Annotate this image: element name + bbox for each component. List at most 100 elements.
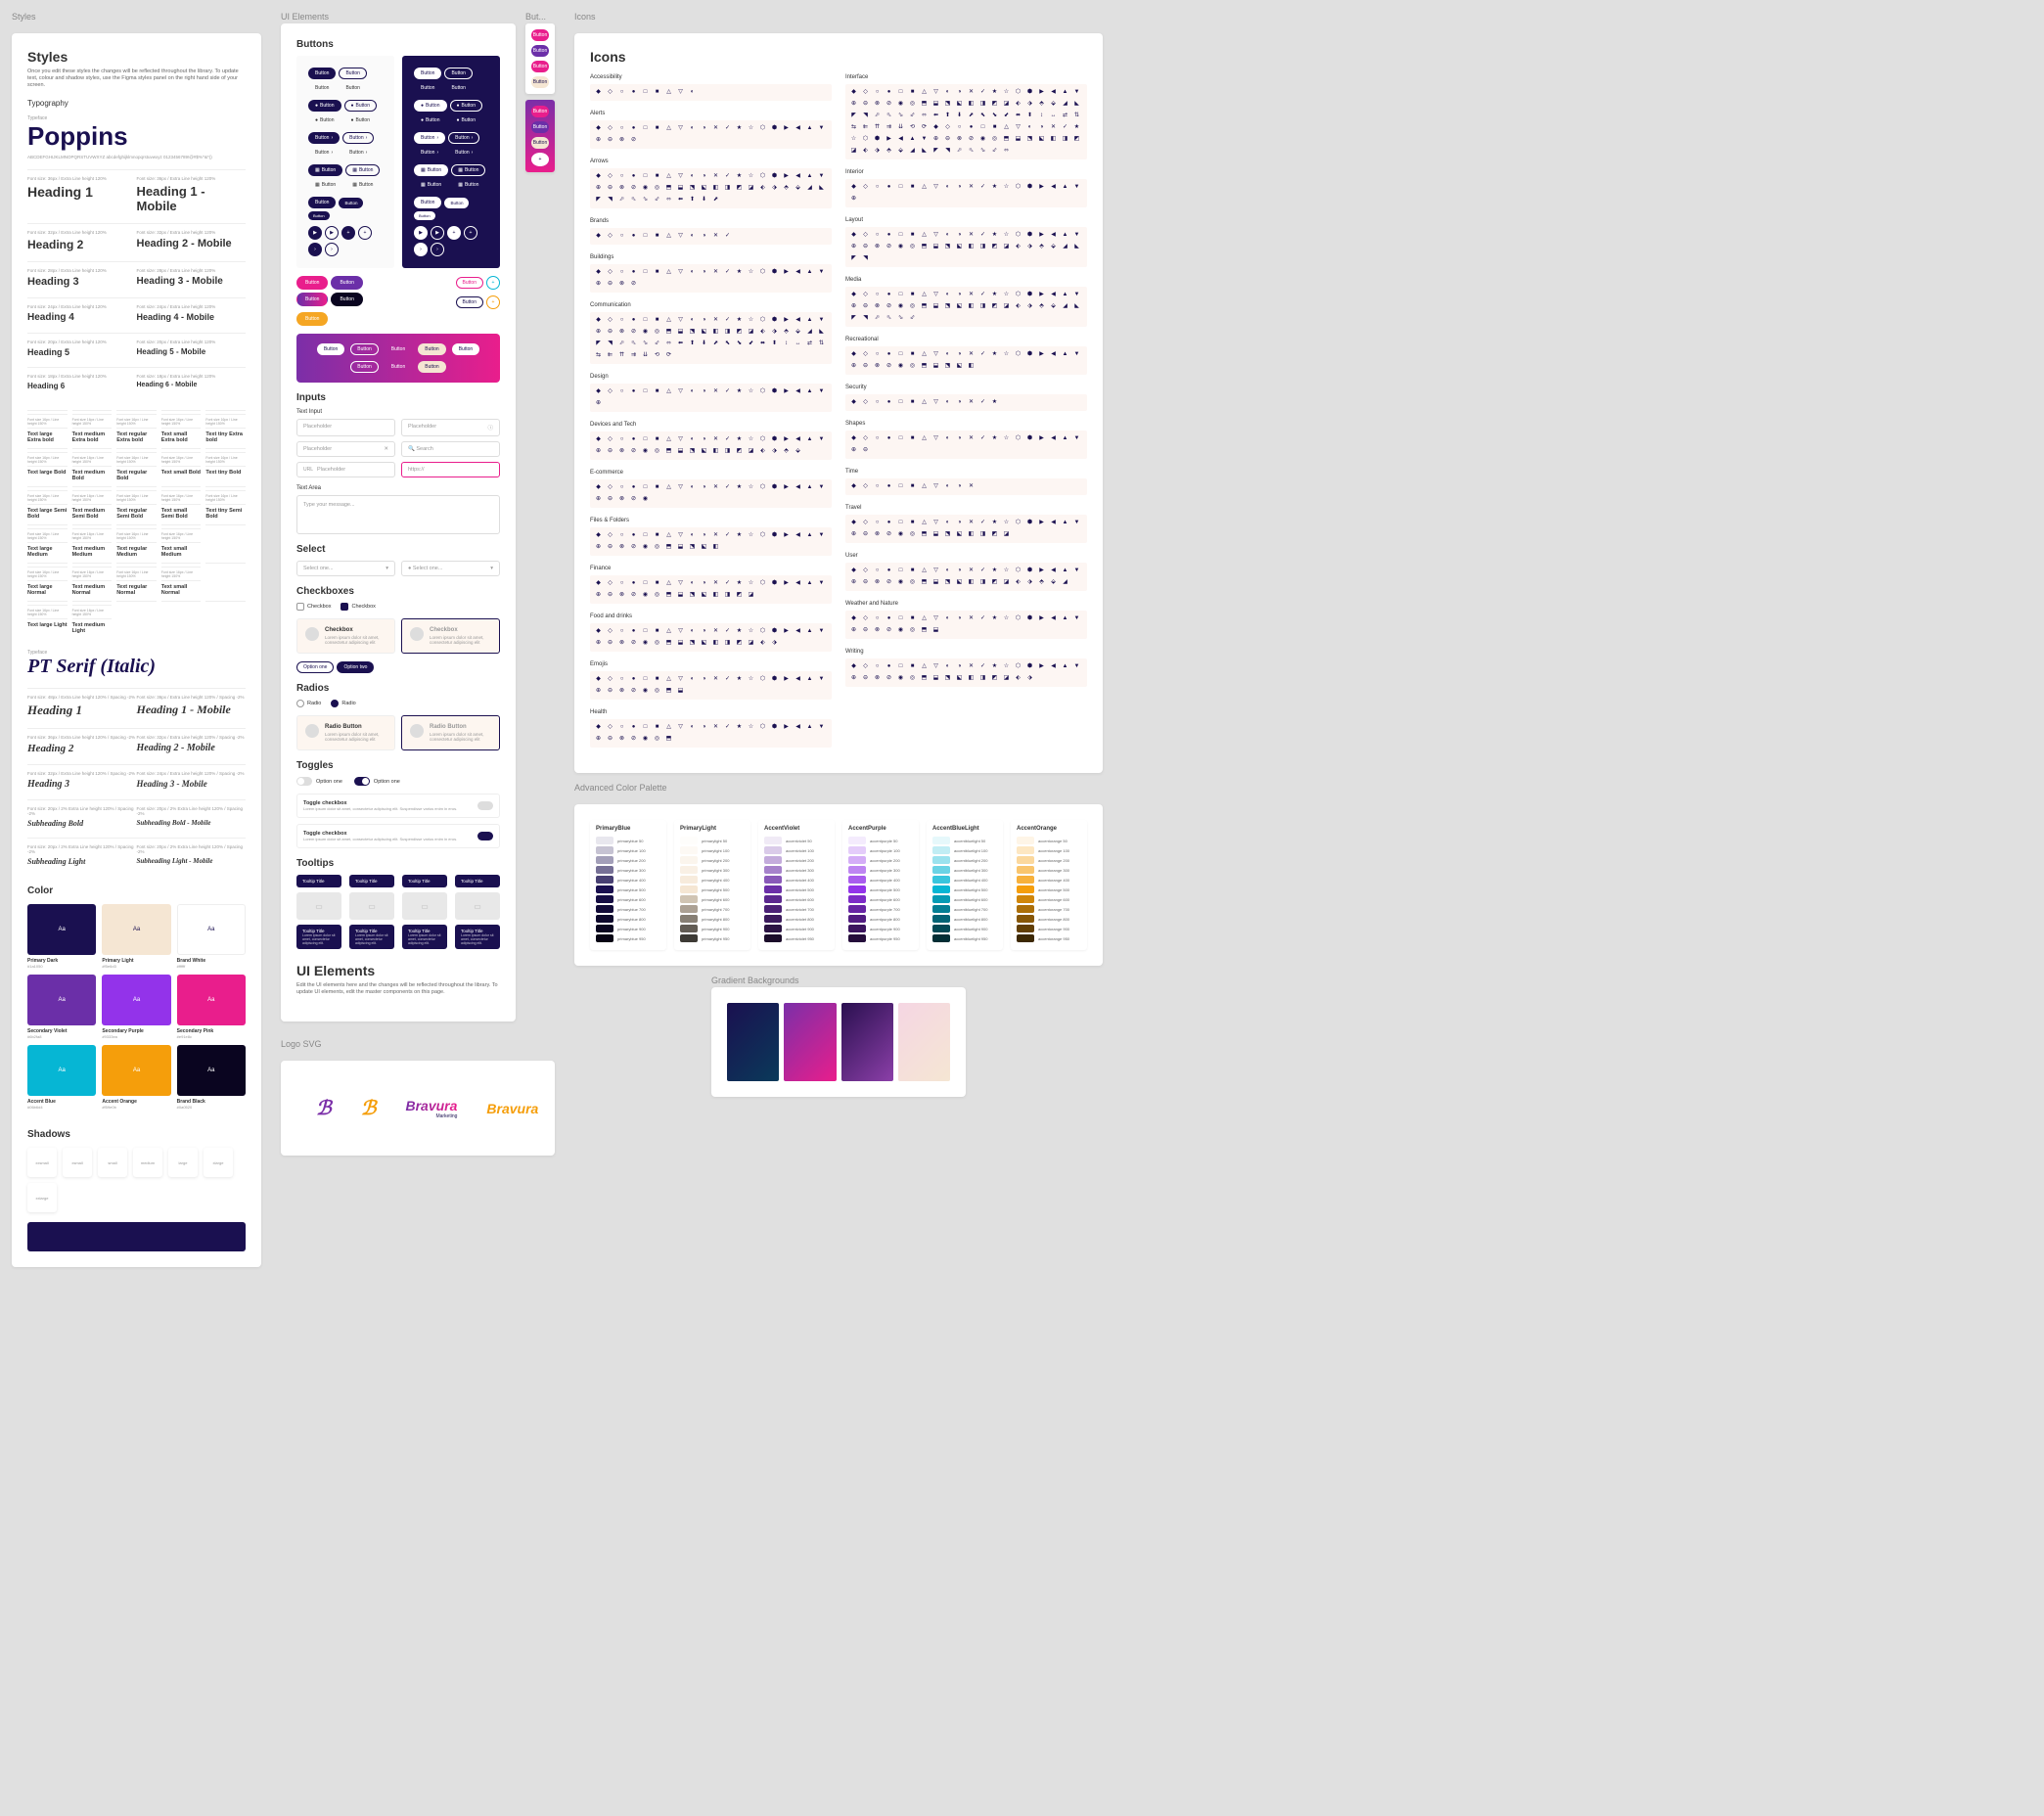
icon: ⬁ xyxy=(886,315,892,322)
icon: ⬕ xyxy=(956,579,963,586)
icon: ⬒ xyxy=(1003,136,1010,143)
palette-shade: accentorange 200 xyxy=(1017,856,1081,864)
icon: ▶ xyxy=(783,580,790,587)
icon: ◧ xyxy=(712,640,719,647)
toggle-row-on[interactable]: Toggle checkboxLorem ipsum dolor sit ame… xyxy=(296,824,500,848)
icon: ⬇ xyxy=(701,340,707,347)
radio-checked[interactable]: Radio xyxy=(331,700,355,707)
icon: ▼ xyxy=(818,269,825,276)
text-input-error[interactable]: https:// xyxy=(401,462,500,477)
icon: ◪ xyxy=(1003,579,1010,586)
icon: ◧ xyxy=(968,363,975,370)
icon: ⬡ xyxy=(1015,351,1022,358)
icon: ⬖ xyxy=(1015,244,1022,250)
icon: ◑ xyxy=(701,532,707,539)
checkbox-card[interactable]: CheckboxLorem ipsum dolor sit amet, cons… xyxy=(296,618,395,654)
icon: ◑ xyxy=(701,484,707,491)
icon: △ xyxy=(1003,124,1010,131)
icon: ▶ xyxy=(1038,89,1045,96)
toggle-on[interactable]: Option one xyxy=(354,777,400,786)
textarea[interactable]: Type your message... xyxy=(296,495,500,534)
select-label: Select xyxy=(296,544,500,555)
palette-shade: primaryblue 300 xyxy=(596,866,660,874)
icon: ◐ xyxy=(944,663,951,670)
icon: ☆ xyxy=(1003,89,1010,96)
icon: ○ xyxy=(618,724,625,731)
icon: ▶ xyxy=(783,676,790,683)
icon: ★ xyxy=(991,520,998,526)
icon: ✕ xyxy=(712,233,719,240)
icon: ✕ xyxy=(712,580,719,587)
icon: ▽ xyxy=(932,663,939,670)
checkbox-card-selected[interactable]: CheckboxLorem ipsum dolor sit amet, cons… xyxy=(401,618,500,654)
checkbox-checked[interactable]: Checkbox xyxy=(341,603,375,611)
checkbox-unchecked[interactable]: Checkbox xyxy=(296,603,331,611)
select-dropdown-icon[interactable]: ● Select one...▾ xyxy=(401,561,500,576)
select-dropdown[interactable]: Select one...▾ xyxy=(296,561,395,576)
button-outline[interactable]: Button xyxy=(339,68,366,79)
option-pill[interactable]: Option one xyxy=(296,661,334,673)
icon: ⬖ xyxy=(759,448,766,455)
icon: ▲ xyxy=(1062,89,1068,96)
tooltip-right: Tooltip Title▭Tooltip TitleLorem ipsum d… xyxy=(455,875,500,949)
radio-unchecked[interactable]: Radio xyxy=(296,700,321,707)
button-outline-icon[interactable]: ● Button xyxy=(344,100,378,112)
icon: ✓ xyxy=(724,436,731,443)
icon: ⊕ xyxy=(595,281,602,288)
icon: □ xyxy=(642,89,649,96)
icon: ◇ xyxy=(862,615,869,622)
icon: ◀ xyxy=(1050,568,1057,574)
button-link[interactable]: Button xyxy=(339,82,366,94)
option-pill-active[interactable]: Option two xyxy=(337,661,374,673)
icon: ☆ xyxy=(748,724,754,731)
radio-card[interactable]: Radio ButtonLorem ipsum dolor sit amet, … xyxy=(296,715,395,750)
icon: ◇ xyxy=(862,435,869,442)
icon: ■ xyxy=(909,568,916,574)
icon: ⬒ xyxy=(921,101,928,108)
button-primary[interactable]: Button xyxy=(308,68,336,79)
icon: ⊖ xyxy=(607,640,613,647)
radio-card-selected[interactable]: Radio ButtonLorem ipsum dolor sit amet, … xyxy=(401,715,500,750)
icon: ◑ xyxy=(1038,124,1045,131)
toggle-row-off[interactable]: Toggle checkboxLorem ipsum dolor sit ame… xyxy=(296,794,500,818)
icon: ★ xyxy=(736,317,743,324)
palette-shade: accentpurple 50 xyxy=(848,837,913,844)
icon: ✕ xyxy=(968,89,975,96)
icon: ◇ xyxy=(862,520,869,526)
icon: ◆ xyxy=(850,483,857,490)
icon: ▽ xyxy=(677,484,684,491)
button-ghost[interactable]: Button xyxy=(308,82,336,94)
icon: △ xyxy=(665,676,672,683)
icon: ⬀ xyxy=(618,340,625,347)
icon: ⬃ xyxy=(991,148,998,155)
text-input-with-icon[interactable]: Placeholder ⓘ xyxy=(401,419,500,436)
text-input[interactable]: Placeholder xyxy=(296,419,395,436)
icon: ⬗ xyxy=(1026,303,1033,310)
icon: ⊕ xyxy=(850,579,857,586)
icon: ⊕ xyxy=(595,640,602,647)
icon: ▲ xyxy=(1062,232,1068,239)
icon: △ xyxy=(665,532,672,539)
icon: ↔ xyxy=(795,340,801,347)
text-input-trailing[interactable]: Placeholder✕ xyxy=(296,441,395,457)
icon: ◀ xyxy=(795,676,801,683)
url-input[interactable]: URLPlaceholder xyxy=(296,462,395,477)
icon: △ xyxy=(665,724,672,731)
icon: ◇ xyxy=(607,580,613,587)
icon: ◎ xyxy=(654,640,660,647)
icon-button-play[interactable]: ▶ xyxy=(308,226,322,240)
icon: ◇ xyxy=(607,436,613,443)
icon: ⊗ xyxy=(618,736,625,743)
button-primary-icon[interactable]: ● Button xyxy=(308,100,341,112)
icon: ✕ xyxy=(712,628,719,635)
icon: ◑ xyxy=(701,724,707,731)
icon: ⬊ xyxy=(736,340,743,347)
icon: ☆ xyxy=(748,317,754,324)
icon: ■ xyxy=(909,615,916,622)
icon: □ xyxy=(642,125,649,132)
toggle-off[interactable]: Option one xyxy=(296,777,342,786)
search-input[interactable]: 🔍 Search xyxy=(401,441,500,457)
icon: ● xyxy=(630,436,637,443)
icon: ▽ xyxy=(932,435,939,442)
icon: ⊕ xyxy=(850,447,857,454)
